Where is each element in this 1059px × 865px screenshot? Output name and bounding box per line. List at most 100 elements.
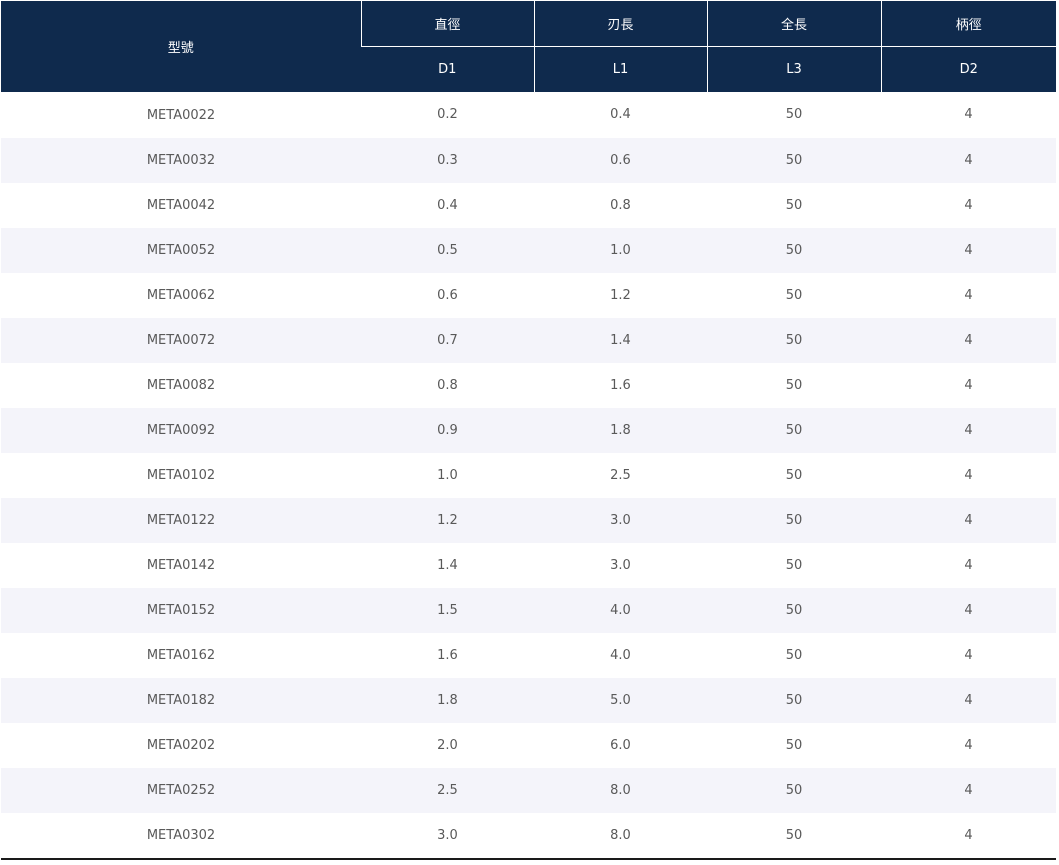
model-cell: META0042 bbox=[1, 182, 361, 228]
overall-length-cell: 50 bbox=[707, 227, 881, 273]
flute-length-cell: 1.8 bbox=[534, 407, 707, 453]
model-cell: META0302 bbox=[1, 812, 361, 859]
model-cell: META0082 bbox=[1, 362, 361, 408]
overall-length-cell: 50 bbox=[707, 407, 881, 453]
overall-length-cell: 50 bbox=[707, 317, 881, 363]
table-row: META0102 1.0 2.5 50 4 bbox=[1, 452, 1056, 498]
table-row: META0022 0.2 0.4 50 4 bbox=[1, 92, 1056, 138]
diameter-cell: 1.2 bbox=[361, 497, 534, 543]
model-cell: META0152 bbox=[1, 587, 361, 633]
diameter-cell: 0.7 bbox=[361, 317, 534, 363]
diameter-cell: 0.2 bbox=[361, 92, 534, 138]
table-row: META0202 2.0 6.0 50 4 bbox=[1, 722, 1056, 768]
flute-length-cell: 1.4 bbox=[534, 317, 707, 363]
overall-length-cell: 50 bbox=[707, 452, 881, 498]
model-cell: META0072 bbox=[1, 317, 361, 363]
shank-diameter-cell: 4 bbox=[881, 227, 1056, 273]
model-cell: META0252 bbox=[1, 767, 361, 813]
flute-length-cell: 6.0 bbox=[534, 722, 707, 768]
model-cell: META0202 bbox=[1, 722, 361, 768]
shank-diameter-cell: 4 bbox=[881, 452, 1056, 498]
header-shank-diameter: 柄徑 bbox=[880, 1, 1056, 47]
table-row: META0032 0.3 0.6 50 4 bbox=[1, 137, 1056, 183]
model-cell: META0142 bbox=[1, 542, 361, 588]
table-header: 型號 直徑 刃長 全長 柄徑 D1 L1 L3 D2 bbox=[1, 1, 1056, 93]
table-row: META0162 1.6 4.0 50 4 bbox=[1, 632, 1056, 678]
table-row: META0142 1.4 3.0 50 4 bbox=[1, 542, 1056, 588]
shank-diameter-cell: 4 bbox=[881, 497, 1056, 543]
shank-diameter-cell: 4 bbox=[881, 587, 1056, 633]
model-cell: META0182 bbox=[1, 677, 361, 723]
diameter-cell: 0.9 bbox=[361, 407, 534, 453]
subheader-l3: L3 bbox=[706, 46, 881, 92]
flute-length-cell: 3.0 bbox=[534, 542, 707, 588]
shank-diameter-cell: 4 bbox=[881, 722, 1056, 768]
flute-length-cell: 3.0 bbox=[534, 497, 707, 543]
model-cell: META0092 bbox=[1, 407, 361, 453]
flute-length-cell: 2.5 bbox=[534, 452, 707, 498]
flute-length-cell: 1.6 bbox=[534, 362, 707, 408]
shank-diameter-cell: 4 bbox=[881, 92, 1056, 138]
overall-length-cell: 50 bbox=[707, 812, 881, 859]
shank-diameter-cell: 4 bbox=[881, 677, 1056, 723]
diameter-cell: 1.5 bbox=[361, 587, 534, 633]
header-diameter: 直徑 bbox=[360, 1, 534, 47]
table-row: META0182 1.8 5.0 50 4 bbox=[1, 677, 1056, 723]
overall-length-cell: 50 bbox=[707, 362, 881, 408]
shank-diameter-cell: 4 bbox=[881, 812, 1056, 859]
flute-length-cell: 1.2 bbox=[534, 272, 707, 318]
shank-diameter-cell: 4 bbox=[881, 767, 1056, 813]
table-row: META0122 1.2 3.0 50 4 bbox=[1, 497, 1056, 543]
shank-diameter-cell: 4 bbox=[881, 632, 1056, 678]
model-cell: META0052 bbox=[1, 227, 361, 273]
flute-length-cell: 8.0 bbox=[534, 767, 707, 813]
overall-length-cell: 50 bbox=[707, 497, 881, 543]
overall-length-cell: 50 bbox=[707, 137, 881, 183]
table-row: META0092 0.9 1.8 50 4 bbox=[1, 407, 1056, 453]
flute-length-cell: 4.0 bbox=[534, 632, 707, 678]
overall-length-cell: 50 bbox=[707, 542, 881, 588]
flute-length-cell: 0.4 bbox=[534, 92, 707, 138]
diameter-cell: 3.0 bbox=[361, 812, 534, 859]
shank-diameter-cell: 4 bbox=[881, 317, 1056, 363]
flute-length-cell: 4.0 bbox=[534, 587, 707, 633]
model-cell: META0062 bbox=[1, 272, 361, 318]
diameter-cell: 0.6 bbox=[361, 272, 534, 318]
table-row: META0252 2.5 8.0 50 4 bbox=[1, 767, 1056, 813]
overall-length-cell: 50 bbox=[707, 587, 881, 633]
model-cell: META0162 bbox=[1, 632, 361, 678]
header-overall-length: 全長 bbox=[706, 1, 881, 47]
model-cell: META0122 bbox=[1, 497, 361, 543]
shank-diameter-cell: 4 bbox=[881, 137, 1056, 183]
overall-length-cell: 50 bbox=[707, 92, 881, 138]
shank-diameter-cell: 4 bbox=[881, 272, 1056, 318]
header-model: 型號 bbox=[1, 1, 361, 93]
header-flute-length: 刃長 bbox=[533, 1, 707, 47]
table-row: META0082 0.8 1.6 50 4 bbox=[1, 362, 1056, 408]
flute-length-cell: 5.0 bbox=[534, 677, 707, 723]
table-row: META0072 0.7 1.4 50 4 bbox=[1, 317, 1056, 363]
model-cell: META0022 bbox=[1, 92, 361, 138]
table-row: META0302 3.0 8.0 50 4 bbox=[1, 812, 1056, 859]
flute-length-cell: 8.0 bbox=[534, 812, 707, 859]
subheader-d1: D1 bbox=[361, 46, 534, 92]
overall-length-cell: 50 bbox=[707, 632, 881, 678]
overall-length-cell: 50 bbox=[707, 272, 881, 318]
diameter-cell: 1.6 bbox=[361, 632, 534, 678]
diameter-cell: 0.4 bbox=[361, 182, 534, 228]
table-row: META0042 0.4 0.8 50 4 bbox=[1, 182, 1056, 228]
table-row: META0152 1.5 4.0 50 4 bbox=[1, 587, 1056, 633]
shank-diameter-cell: 4 bbox=[881, 407, 1056, 453]
model-cell: META0102 bbox=[1, 452, 361, 498]
flute-length-cell: 1.0 bbox=[534, 227, 707, 273]
diameter-cell: 2.5 bbox=[361, 767, 534, 813]
table-row: META0052 0.5 1.0 50 4 bbox=[1, 227, 1056, 273]
diameter-cell: 1.4 bbox=[361, 542, 534, 588]
flute-length-cell: 0.8 bbox=[534, 182, 707, 228]
overall-length-cell: 50 bbox=[707, 182, 881, 228]
subheader-d2: D2 bbox=[880, 46, 1056, 92]
shank-diameter-cell: 4 bbox=[881, 542, 1056, 588]
spec-table: 型號 直徑 刃長 全長 柄徑 D1 L1 L3 D2 META0022 0.2 0.… bbox=[1, 1, 1056, 860]
diameter-cell: 0.3 bbox=[361, 137, 534, 183]
flute-length-cell: 0.6 bbox=[534, 137, 707, 183]
